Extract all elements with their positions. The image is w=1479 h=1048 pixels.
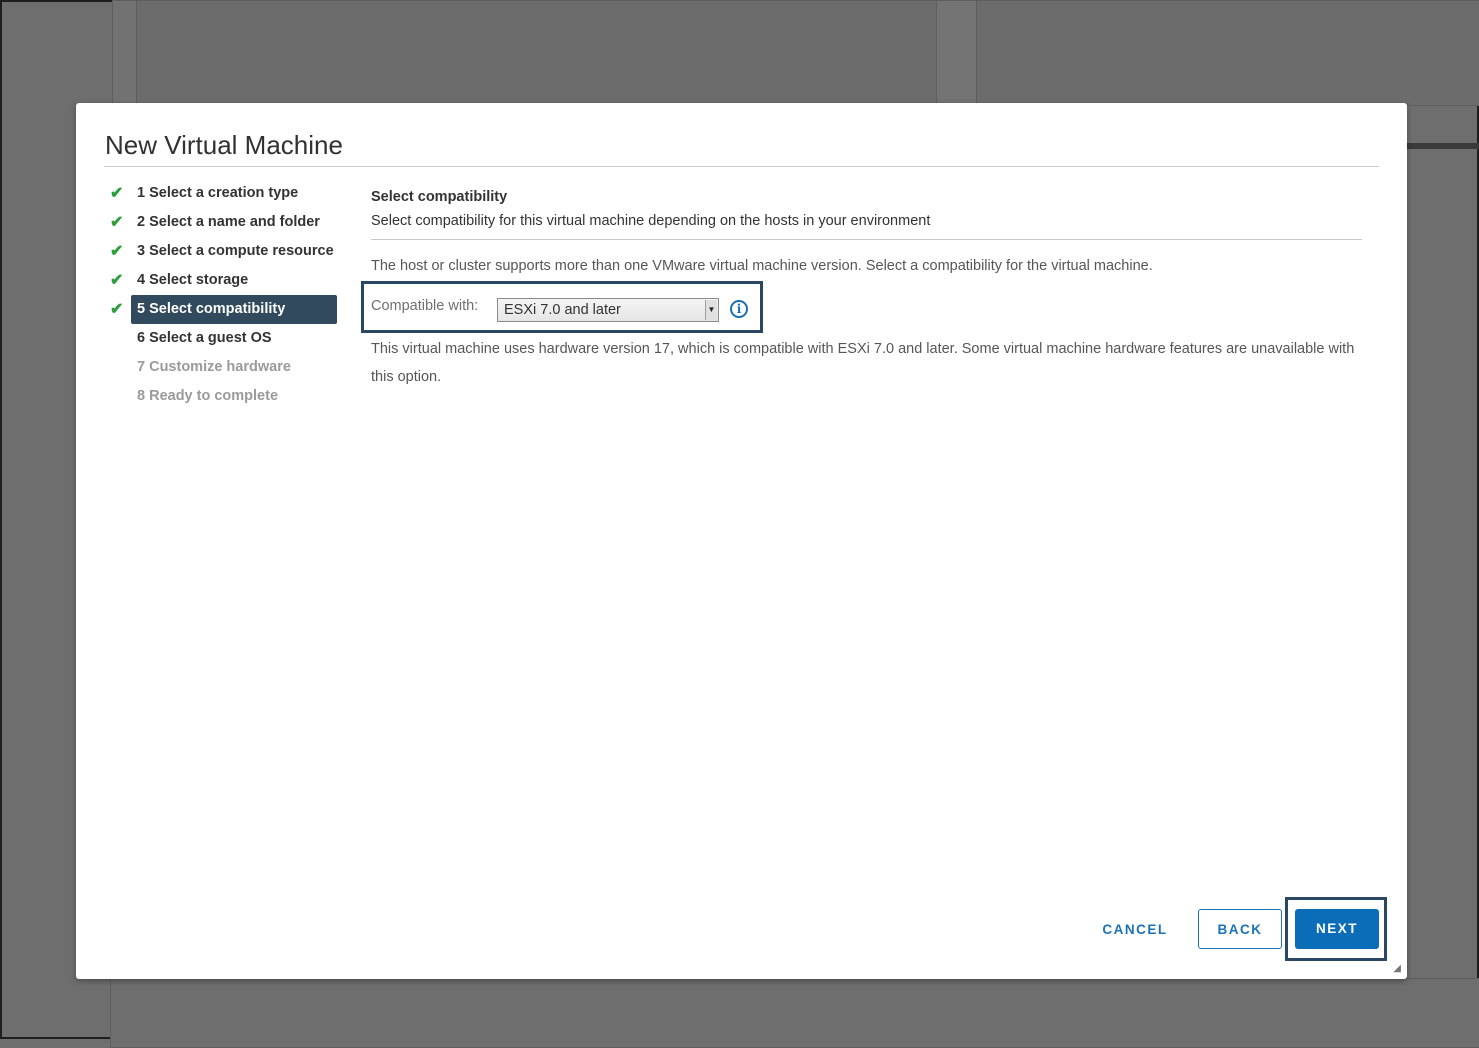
- content-divider: [371, 239, 1362, 240]
- step-label: 1 Select a creation type: [137, 185, 299, 201]
- resize-grip-icon[interactable]: ◢: [1393, 963, 1401, 974]
- cancel-button[interactable]: CANCEL: [1094, 910, 1176, 950]
- next-button[interactable]: NEXT: [1295, 909, 1379, 949]
- step-content: Select compatibility Select compatibilit…: [361, 187, 1363, 385]
- step-label: 6 Select a guest OS: [137, 330, 272, 346]
- step-creation-type[interactable]: ✔ 1 Select a creation type: [110, 179, 350, 208]
- background-main-panel: [136, 0, 938, 106]
- step-label: 2 Select a name and folder: [137, 214, 320, 230]
- compatibility-description: The host or cluster supports more than o…: [371, 258, 1153, 274]
- section-title: Select compatibility: [371, 189, 508, 205]
- step-ready-to-complete: 8 Ready to complete: [110, 382, 350, 411]
- step-label: 3 Select a compute resource: [137, 243, 334, 259]
- title-divider: [104, 166, 1379, 167]
- step-label: 7 Customize hardware: [137, 359, 291, 375]
- new-vm-dialog: New Virtual Machine ✔ 1 Select a creatio…: [76, 103, 1407, 979]
- back-button[interactable]: BACK: [1198, 909, 1282, 949]
- check-icon: ✔: [110, 214, 124, 231]
- step-label: 5 Select compatibility: [131, 295, 337, 324]
- background-right-panel: [976, 0, 1479, 106]
- step-guest-os[interactable]: 6 Select a guest OS: [110, 324, 350, 353]
- step-storage[interactable]: ✔ 4 Select storage: [110, 266, 350, 295]
- step-compute-resource[interactable]: ✔ 3 Select a compute resource: [110, 237, 350, 266]
- check-icon: ✔: [110, 272, 124, 289]
- check-icon: ✔: [110, 185, 124, 202]
- wizard-steps: ✔ 1 Select a creation type ✔ 2 Select a …: [110, 179, 350, 411]
- compatible-with-label: Compatible with:: [371, 298, 479, 314]
- background-bar: [1407, 143, 1479, 149]
- background-bottom-panel: [110, 978, 1479, 1048]
- check-icon: ✔: [110, 301, 124, 318]
- check-icon: ✔: [110, 243, 124, 260]
- step-customize-hardware: 7 Customize hardware: [110, 353, 350, 382]
- dialog-title: New Virtual Machine: [105, 130, 343, 160]
- section-subtitle: Select compatibility for this virtual ma…: [371, 213, 931, 229]
- step-name-and-folder[interactable]: ✔ 2 Select a name and folder: [110, 208, 350, 237]
- hardware-version-note: This virtual machine uses hardware versi…: [371, 341, 1355, 385]
- background-divider: [936, 0, 978, 106]
- chevron-down-icon[interactable]: ▼: [705, 300, 717, 320]
- step-compatibility[interactable]: ✔ 5 Select compatibility: [110, 295, 350, 324]
- compatibility-select[interactable]: ESXi 7.0 and later ▼: [497, 298, 719, 322]
- compatibility-select-value: ESXi 7.0 and later: [504, 302, 621, 318]
- info-icon[interactable]: i: [730, 300, 748, 318]
- step-label: 4 Select storage: [137, 272, 249, 288]
- step-label: 8 Ready to complete: [137, 388, 279, 404]
